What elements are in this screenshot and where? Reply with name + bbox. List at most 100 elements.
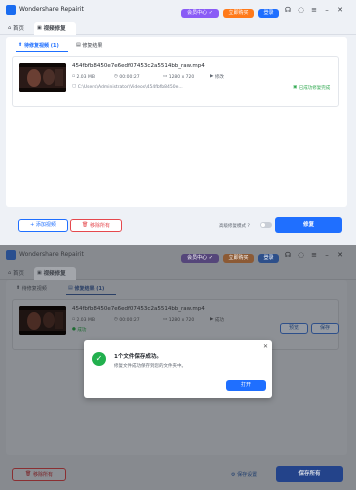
app-title: Wondershare Repairit xyxy=(19,6,84,13)
minimize-icon-2[interactable]: – xyxy=(323,251,331,259)
subtab-to-repair-2[interactable]: ⬆ 待修复视频 xyxy=(16,283,47,294)
app-logo-icon xyxy=(6,5,16,15)
advanced-mode-label: 高级修复模式 ? xyxy=(219,223,250,229)
video-icon: ▣ xyxy=(37,25,42,31)
save-success-dialog: ✕ ✓ 1个文件保存成功。 修复文件成功保存到您的文件夹中。 打开 xyxy=(84,340,272,398)
result-icon: ▤ xyxy=(68,285,73,291)
preview-button[interactable]: 预览 xyxy=(280,323,308,334)
subtab-count: (1) xyxy=(50,43,59,49)
file-status-value-2: 成功 xyxy=(214,318,224,323)
subtab-result-2[interactable]: ▤ 修复结果 (1) xyxy=(68,283,104,294)
gear-icon: ⚙ xyxy=(231,471,236,478)
check-circle-icon: ● xyxy=(72,327,76,332)
remove-all-button-2[interactable]: 🗑 移除所有 xyxy=(12,468,66,481)
thumbnail-image-2 xyxy=(19,306,66,335)
clock-icon: ◷ xyxy=(114,317,118,322)
success-check-icon: ✓ xyxy=(92,352,106,366)
subtab-result[interactable]: ▤ 修复结果 xyxy=(76,40,102,51)
upload-icon: ⬆ xyxy=(16,285,21,291)
advanced-mode-toggle[interactable] xyxy=(260,222,272,228)
file-resolution-2: ▭ 1280 x 720 xyxy=(163,317,194,323)
resolution-icon: ▭ xyxy=(163,317,168,322)
video-thumbnail xyxy=(19,63,66,92)
save-settings-label: 保存设置 xyxy=(237,472,258,478)
advanced-mode-text: 高级修复模式 xyxy=(219,224,246,229)
save-settings-button[interactable]: ⚙ 保存设置 xyxy=(231,471,258,479)
file-size-value: 2.03 MB xyxy=(76,75,95,80)
bottom-toolbar-2: 🗑 移除所有 ⚙ 保存设置 保存所有 xyxy=(6,459,347,483)
main-tabs-2: ⌂ 首页 ▣ 视频修复 xyxy=(0,265,356,280)
tab-home-label: 首页 xyxy=(12,26,24,32)
menu-icon[interactable]: ≡ xyxy=(310,6,318,14)
file-size-2: ▫ 2.03 MB xyxy=(72,317,95,323)
close-icon[interactable]: ✕ xyxy=(336,6,344,14)
member-badge-2[interactable]: 会员中心 ✓ xyxy=(181,254,219,263)
dialog-open-button[interactable]: 打开 xyxy=(226,380,266,391)
title-bar: Wondershare Repairit 会员中心 ✓ 立即购买 登录 ☊ ◌ … xyxy=(0,0,356,20)
result-icon: ▤ xyxy=(76,42,81,48)
video-file-card: 454fbfb8450e7e6edf07453c2a5514bb_raw.mp4… xyxy=(12,56,339,107)
login-button-2[interactable]: 登录 xyxy=(258,254,279,263)
title-bar-2: Wondershare Repairit 会员中心 ✓ 立即购买 登录 ☊ ◌ … xyxy=(0,245,356,265)
chat-icon-2[interactable]: ◌ xyxy=(297,251,305,259)
active-subtab-indicator xyxy=(16,51,68,52)
menu-icon-2[interactable]: ≡ xyxy=(310,251,318,259)
file-size: ▫ 2.03 MB xyxy=(72,74,95,80)
save-file-button[interactable]: 保存 xyxy=(311,323,339,334)
subtab-to-repair-label-2: 待修复视频 xyxy=(21,286,47,292)
file-icon: ▫ xyxy=(72,317,76,322)
save-all-button[interactable]: 保存所有 xyxy=(276,466,343,482)
file-duration-value-2: 00:00:27 xyxy=(119,318,140,323)
home-icon: ⌂ xyxy=(8,25,12,31)
minimize-icon[interactable]: – xyxy=(323,6,331,14)
file-path-value: C:\Users\Administrator\Videos\454fbfb845… xyxy=(77,85,183,90)
active-subtab-indicator-2 xyxy=(66,294,116,295)
tab-home[interactable]: ⌂ 首页 xyxy=(5,22,27,35)
file-status-value: 修改 xyxy=(214,75,224,80)
add-video-button[interactable]: + 添加视频 xyxy=(18,219,68,232)
check-icon: ▣ xyxy=(293,85,298,90)
bottom-toolbar: + 添加视频 🗑 移除所有 高级修复模式 ? 修复 xyxy=(6,214,347,238)
thumbnail-image xyxy=(19,63,66,92)
video-icon: ▣ xyxy=(37,270,42,276)
file-duration: ◷ 00:00:27 xyxy=(114,74,140,80)
help-icon[interactable]: ? xyxy=(247,224,249,229)
camera-icon: ▶ xyxy=(210,74,214,79)
remove-all-button[interactable]: 🗑 移除所有 xyxy=(70,219,122,232)
login-button[interactable]: 登录 xyxy=(258,9,279,18)
top-app-window: Wondershare Repairit 会员中心 ✓ 立即购买 登录 ☊ ◌ … xyxy=(0,0,356,245)
chat-icon[interactable]: ◌ xyxy=(297,6,305,14)
remove-all-label: 移除所有 xyxy=(89,223,110,229)
dialog-close-icon[interactable]: ✕ xyxy=(263,343,268,350)
file-icon: ▫ xyxy=(72,74,76,79)
subtab-to-repair[interactable]: ⬆ 待修复视频 (1) xyxy=(18,40,59,51)
close-icon-2[interactable]: ✕ xyxy=(336,251,344,259)
file-name: 454fbfb8450e7e6edf07453c2a5514bb_raw.mp4 xyxy=(72,63,205,69)
subtab-result-label: 修复结果 xyxy=(82,43,103,49)
tab-video-repair-2[interactable]: ▣ 视频修复 xyxy=(34,267,76,280)
main-tabs: ⌂ 首页 ▣ 视频修复 xyxy=(0,20,356,35)
add-video-label: 添加视频 xyxy=(35,222,56,228)
headset-icon-2[interactable]: ☊ xyxy=(284,251,292,259)
tab-video-repair[interactable]: ▣ 视频修复 xyxy=(34,22,76,35)
video-thumbnail-2 xyxy=(19,306,66,335)
clock-icon: ◷ xyxy=(114,74,118,79)
subtab-to-repair-label: 待修复视频 xyxy=(23,43,49,49)
tab-video-repair-label-2: 视频修复 xyxy=(43,271,66,277)
member-badge[interactable]: 会员中心 ✓ xyxy=(181,9,219,18)
buy-badge-2[interactable]: 立即购买 xyxy=(223,254,254,263)
headset-icon[interactable]: ☊ xyxy=(284,6,292,14)
repair-done-text: ▣ 已成功修复完成 xyxy=(293,85,330,91)
file-resolution-value-2: 1280 x 720 xyxy=(168,318,195,323)
file-resolution-value: 1280 x 720 xyxy=(168,75,195,80)
file-duration-2: ◷ 00:00:27 xyxy=(114,317,140,323)
toggle-knob xyxy=(261,223,265,227)
tab-home-2[interactable]: ⌂ 首页 xyxy=(5,267,27,280)
repair-button[interactable]: 修复 xyxy=(275,217,342,233)
buy-badge[interactable]: 立即购买 xyxy=(223,9,254,18)
subtab-count-2: (1) xyxy=(96,286,105,292)
bottom-app-window: Wondershare Repairit 会员中心 ✓ 立即购买 登录 ☊ ◌ … xyxy=(0,245,356,490)
file-resolution: ▭ 1280 x 720 xyxy=(163,74,194,80)
app-logo-icon-2 xyxy=(6,250,16,260)
tab-video-repair-label: 视频修复 xyxy=(43,26,66,32)
